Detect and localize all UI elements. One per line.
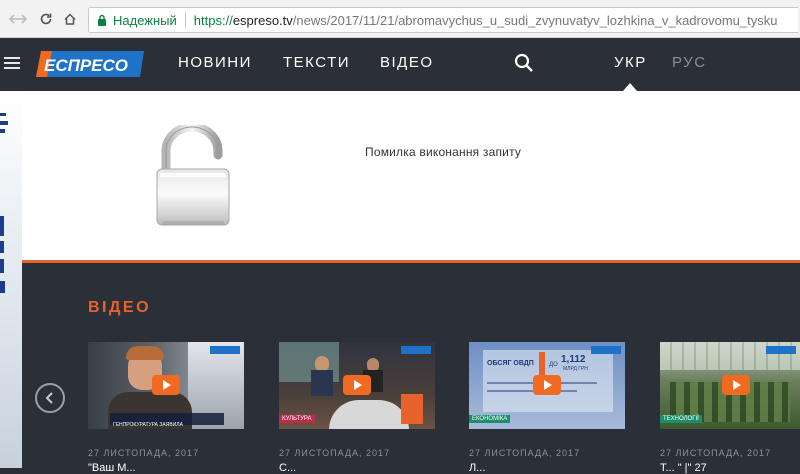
- video-title[interactable]: "Ваш М...: [88, 462, 136, 474]
- channel-logo: [766, 346, 796, 354]
- lang-rus[interactable]: РУС: [672, 54, 707, 71]
- carousel-prev-button[interactable]: [35, 383, 65, 413]
- play-icon: [152, 375, 180, 395]
- browser-toolbar: Надежный https:// espreso.tv /news/2017/…: [0, 0, 800, 38]
- reload-icon[interactable]: [36, 9, 56, 29]
- nav-news[interactable]: НОВИНИ: [178, 54, 252, 71]
- channel-logo: [401, 346, 431, 354]
- play-icon: [533, 375, 561, 395]
- secure-lock-icon: [98, 14, 106, 26]
- channel-logo: [591, 346, 621, 354]
- video-thumbnail[interactable]: ГЕНПРОКУРАТУРА ЗАЯВИЛА: [88, 342, 244, 429]
- channel-logo: [210, 346, 240, 354]
- play-icon: [722, 375, 750, 395]
- lang-ukr[interactable]: УКР: [614, 54, 647, 71]
- url-divider: [184, 12, 186, 28]
- category-tag: ЕКОНОМІКА: [469, 415, 511, 423]
- category-tag: КУЛЬТУРА: [279, 415, 315, 423]
- padlock-icon: [156, 125, 230, 226]
- nav-texts[interactable]: ТЕКСТИ: [283, 54, 350, 71]
- espreso-logo[interactable]: ЕСПРЕСО: [36, 49, 144, 79]
- video-date: 27 ЛИСТОПАДА, 2017: [469, 448, 581, 458]
- news-strip: ГЕНПРОКУРАТУРА ЗАЯВИЛА: [110, 413, 224, 428]
- chevron-left-icon: [45, 392, 53, 404]
- video-date: 27 ЛИСТОПАДА, 2017: [660, 448, 772, 458]
- nav-video[interactable]: ВІДЕО: [380, 54, 434, 71]
- video-thumbnail[interactable]: ОБСЯГ ОВДП ДО 1,112 МЛРД ГРН ЕКОНОМІКА: [469, 342, 625, 429]
- side-advertisement[interactable]: [0, 91, 22, 468]
- video-thumbnail[interactable]: КУЛЬТУРА: [279, 342, 435, 429]
- video-title[interactable]: С...: [279, 462, 296, 474]
- video-title[interactable]: Т... " |" 27: [660, 462, 707, 474]
- hamburger-menu-icon[interactable]: [4, 57, 20, 70]
- site-header: ЕСПРЕСО НОВИНИ ТЕКСТИ ВІДЕО УКР РУС: [0, 38, 800, 91]
- forward-icon[interactable]: [12, 9, 32, 29]
- video-date: 27 ЛИСТОПАДА, 2017: [279, 448, 391, 458]
- video-title[interactable]: Л...: [469, 462, 485, 474]
- category-tag: ТЕХНОЛОГІЇ: [660, 415, 702, 423]
- url-scheme: https://: [193, 12, 233, 28]
- video-section-title[interactable]: ВІДЕО: [88, 299, 151, 317]
- play-icon: [343, 375, 371, 395]
- svg-text:ЕСПРЕСО: ЕСПРЕСО: [44, 56, 128, 75]
- error-message: Помилка виконання запиту: [365, 145, 522, 159]
- url-path: /news/2017/11/21/abromavychus_u_sudi_zvy…: [292, 12, 778, 28]
- url-domain: espreso.tv: [232, 12, 293, 28]
- search-icon[interactable]: [514, 53, 534, 73]
- home-icon[interactable]: [60, 9, 80, 29]
- video-thumbnail[interactable]: ТЕХНОЛОГІЇ: [660, 342, 800, 429]
- video-date: 27 ЛИСТОПАДА, 2017: [88, 448, 200, 458]
- error-panel: Помилка виконання запиту: [22, 91, 800, 260]
- address-bar[interactable]: Надежный https:// espreso.tv /news/2017/…: [88, 7, 798, 33]
- active-lang-caret: [623, 83, 637, 91]
- accent-divider: [22, 260, 800, 263]
- secure-label: Надежный: [113, 12, 177, 28]
